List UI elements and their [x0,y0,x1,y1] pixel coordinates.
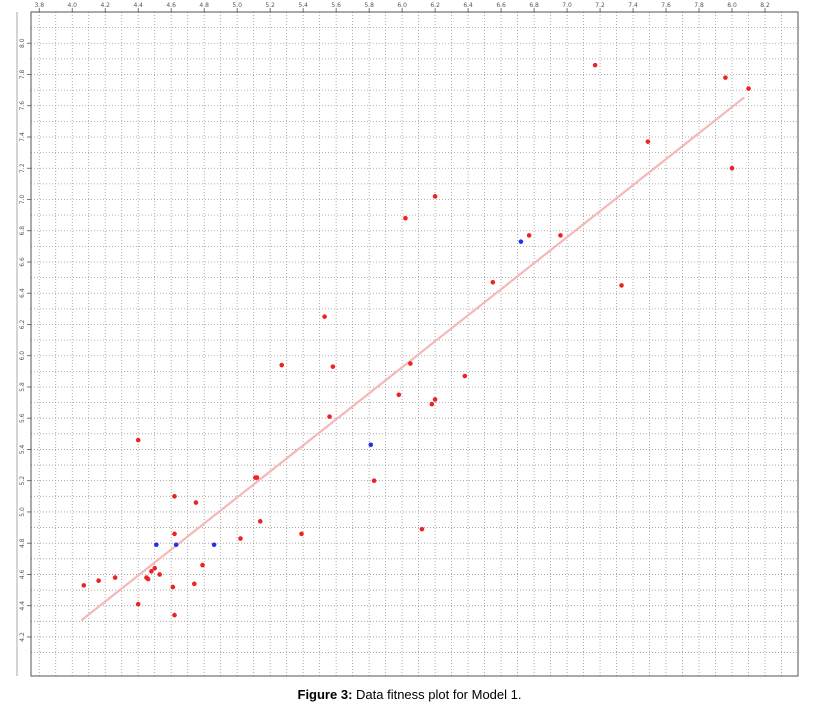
training-point [172,612,177,618]
training-point [419,526,425,532]
y-tick-label: 5.2 [19,476,26,486]
training-point [645,139,651,144]
y-tick-label: 5.0 [19,507,26,517]
training-point [490,279,496,285]
axes: 3.8 4.0 4.2 4.4 4.6 4.8 5.0 5.2 5.4 5.6 5.8 6.0 6.2 6… [16,2,799,677]
training-point [135,601,141,607]
training-point [172,531,177,537]
figure-label: Figure 3: [297,687,353,702]
y-tick-label: 4.2 [19,632,26,642]
training-point [170,584,176,590]
y-tick-label: 7.6 [19,101,26,111]
training-point [371,478,377,484]
training-point [729,165,735,171]
fit-line-layer [81,96,745,621]
figure-caption-text: Data fitness plot for Model 1. [352,687,522,702]
training-point [172,494,177,499]
x-tick-label: 7.0 [562,2,572,9]
y-tick-label: 7.8 [19,70,26,80]
training-point [145,576,151,582]
x-tick-label: 5.2 [265,2,275,9]
training-point [327,414,332,419]
y-tick-label: 6.4 [19,288,26,298]
x-tick-label: 8.0 [727,2,737,9]
training-point [403,215,408,221]
test-point [518,239,524,244]
y-tick-label: 4.6 [19,569,26,579]
training-point [619,283,624,288]
training-point [592,62,598,68]
x-tick-label: 4.6 [166,2,176,9]
x-tick-label: 8.2 [760,2,770,9]
training-point [429,401,435,407]
x-tick-label: 4.8 [199,2,209,9]
training-point [191,581,197,587]
x-tick-label: 7.8 [694,2,704,9]
y-tick-label: 4.4 [19,601,26,611]
test-point [368,442,374,448]
training-point [200,562,205,568]
training-point [462,373,468,379]
y-tick-label: 6.6 [19,257,26,267]
x-tick-label: 4.4 [133,2,143,9]
training-point [408,361,413,366]
x-tick-label: 5.8 [364,2,374,9]
x-tick-label: 5.0 [232,2,242,9]
training-point [322,314,327,319]
training-point [152,565,158,571]
test-point [173,542,179,548]
y-tick-label: 5.8 [19,382,26,392]
fit-line [81,96,745,621]
training-point [746,86,751,91]
training-point [157,572,162,577]
training-point [254,475,260,480]
x-tick-label: 6.8 [529,2,539,9]
x-tick-label: 5.6 [331,2,341,9]
figure-caption: Figure 3: Data fitness plot for Model 1. [0,687,819,702]
training-point [558,233,563,238]
x-tick-label: 6.2 [430,2,440,9]
y-tick-label: 4.8 [19,538,26,548]
training-point [193,500,199,505]
y-tick-label: 7.0 [19,195,26,205]
test-point [211,542,217,548]
y-tick-label: 6.2 [19,320,26,330]
x-tick-label: 4.2 [100,2,110,9]
training-point [299,531,304,537]
training-point [112,575,118,580]
x-tick-label: 7.2 [595,2,605,9]
training-point [396,392,402,398]
training-point [257,519,263,524]
training-point [135,437,141,443]
scatter-plot: 3.8 4.0 4.2 4.4 4.6 4.8 5.0 5.2 5.4 5.6 5.8 6.0 6.2 6… [16,2,799,677]
training-point [330,364,336,369]
y-tick-label: 5.6 [19,413,26,423]
y-tick-label: 5.4 [19,445,26,455]
x-tick-label: 4.0 [67,2,77,9]
x-tick-label: 7.6 [661,2,671,9]
y-tick-label: 6.8 [19,226,26,236]
training-point [81,583,87,588]
test-point [154,542,159,548]
y-tick-label: 8.0 [19,38,26,48]
training-point [723,75,728,80]
x-tick-label: 6.4 [463,2,473,9]
x-tick-label: 5.4 [298,2,308,9]
training-point [96,578,101,583]
training-point [432,397,438,402]
x-tick-label: 6.0 [397,2,407,9]
training-point [279,362,285,368]
y-tick-label: 7.4 [19,132,26,142]
x-tick-label: 7.4 [628,2,638,9]
training-point [432,194,438,199]
training-point [238,536,243,541]
x-tick-label: 3.8 [34,2,44,9]
x-tick-label: 6.6 [496,2,506,9]
training-point [526,233,532,238]
y-tick-label: 6.0 [19,351,26,361]
y-tick-label: 7.2 [19,163,26,173]
